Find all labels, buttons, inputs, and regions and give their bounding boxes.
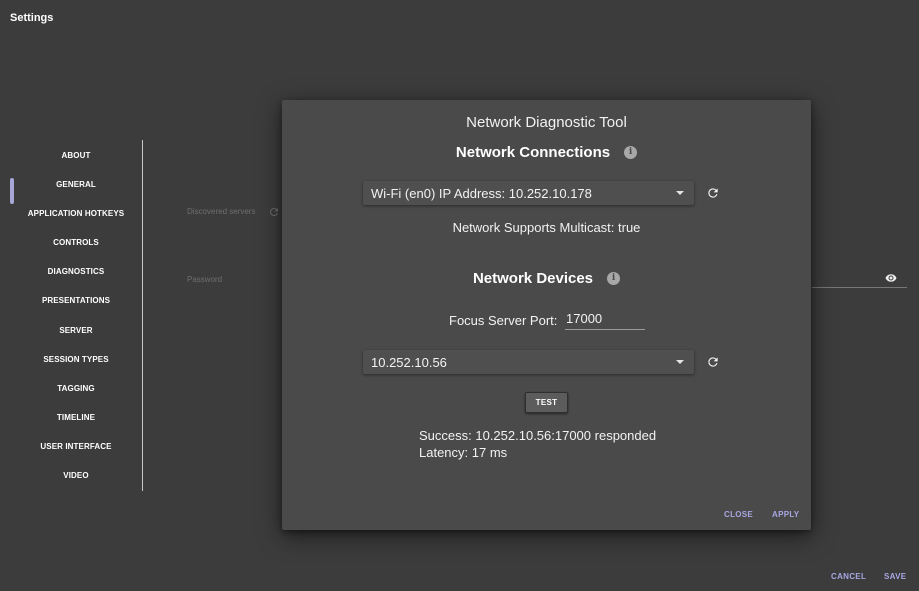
sidebar-item-user-interface[interactable]: USER INTERFACE — [10, 434, 142, 458]
sidebar-item-video[interactable]: VIDEO — [10, 463, 142, 487]
dropdown-caret-icon — [676, 360, 684, 364]
sidebar-item-server[interactable]: SERVER — [10, 318, 142, 342]
focus-server-port-label: Focus Server Port: — [449, 313, 558, 328]
sidebar-item-presentations[interactable]: PRESENTATIONS — [10, 288, 142, 312]
network-device-value: 10.252.10.56 — [371, 354, 447, 370]
sidebar-item-tagging[interactable]: TAGGING — [10, 376, 142, 400]
info-icon[interactable]: i — [607, 271, 621, 285]
sidebar-item-application-hotkeys[interactable]: APPLICATION HOTKEYS — [10, 201, 142, 225]
network-connections-heading: Network Connections i — [282, 142, 811, 162]
password-label: Password — [187, 275, 223, 284]
test-result-latency: Latency: 17 ms — [419, 445, 508, 460]
test-button[interactable]: TEST — [525, 392, 568, 413]
app-title: Settings — [10, 12, 54, 24]
sidebar-item-about[interactable]: ABOUT — [10, 143, 142, 167]
sidebar-item-general[interactable]: GENERAL — [10, 172, 142, 196]
save-button[interactable]: SAVE — [884, 572, 906, 581]
eye-icon[interactable] — [884, 272, 898, 284]
refresh-icon[interactable] — [268, 206, 280, 218]
refresh-icon[interactable] — [706, 355, 720, 369]
network-diagnostic-dialog: Network Diagnostic Tool Network Connecti… — [282, 100, 811, 530]
dialog-title: Network Diagnostic Tool — [466, 114, 627, 131]
network-connections-title: Network Connections — [455, 143, 611, 161]
network-interface-select[interactable]: Wi-Fi (en0) IP Address: 10.252.10.178 — [363, 181, 694, 205]
refresh-icon[interactable] — [706, 186, 720, 200]
test-result-status: Success: 10.252.10.56:17000 responded — [419, 428, 657, 443]
sidebar-item-session-types[interactable]: SESSION TYPES — [10, 347, 142, 371]
network-devices-heading: Network Devices i — [282, 268, 811, 288]
close-button[interactable]: CLOSE — [724, 510, 753, 519]
sidebar-item-timeline[interactable]: TIMELINE — [10, 405, 142, 429]
multicast-status: Network Supports Multicast: true — [452, 220, 641, 235]
focus-server-port-input[interactable] — [565, 308, 645, 330]
network-device-select[interactable]: 10.252.10.56 — [363, 350, 694, 374]
sidebar-item-controls[interactable]: CONTROLS — [10, 230, 142, 254]
apply-button[interactable]: APPLY — [772, 510, 799, 519]
network-interface-value: Wi-Fi (en0) IP Address: 10.252.10.178 — [371, 185, 592, 201]
dropdown-caret-icon — [676, 191, 684, 195]
info-icon[interactable]: i — [624, 145, 638, 159]
discovered-servers-label: Discovered servers — [187, 207, 256, 216]
sidebar-item-diagnostics[interactable]: DIAGNOSTICS — [10, 259, 142, 283]
cancel-button[interactable]: CANCEL — [831, 572, 866, 581]
network-devices-title: Network Devices — [472, 269, 594, 287]
password-field-underline[interactable] — [812, 287, 907, 288]
